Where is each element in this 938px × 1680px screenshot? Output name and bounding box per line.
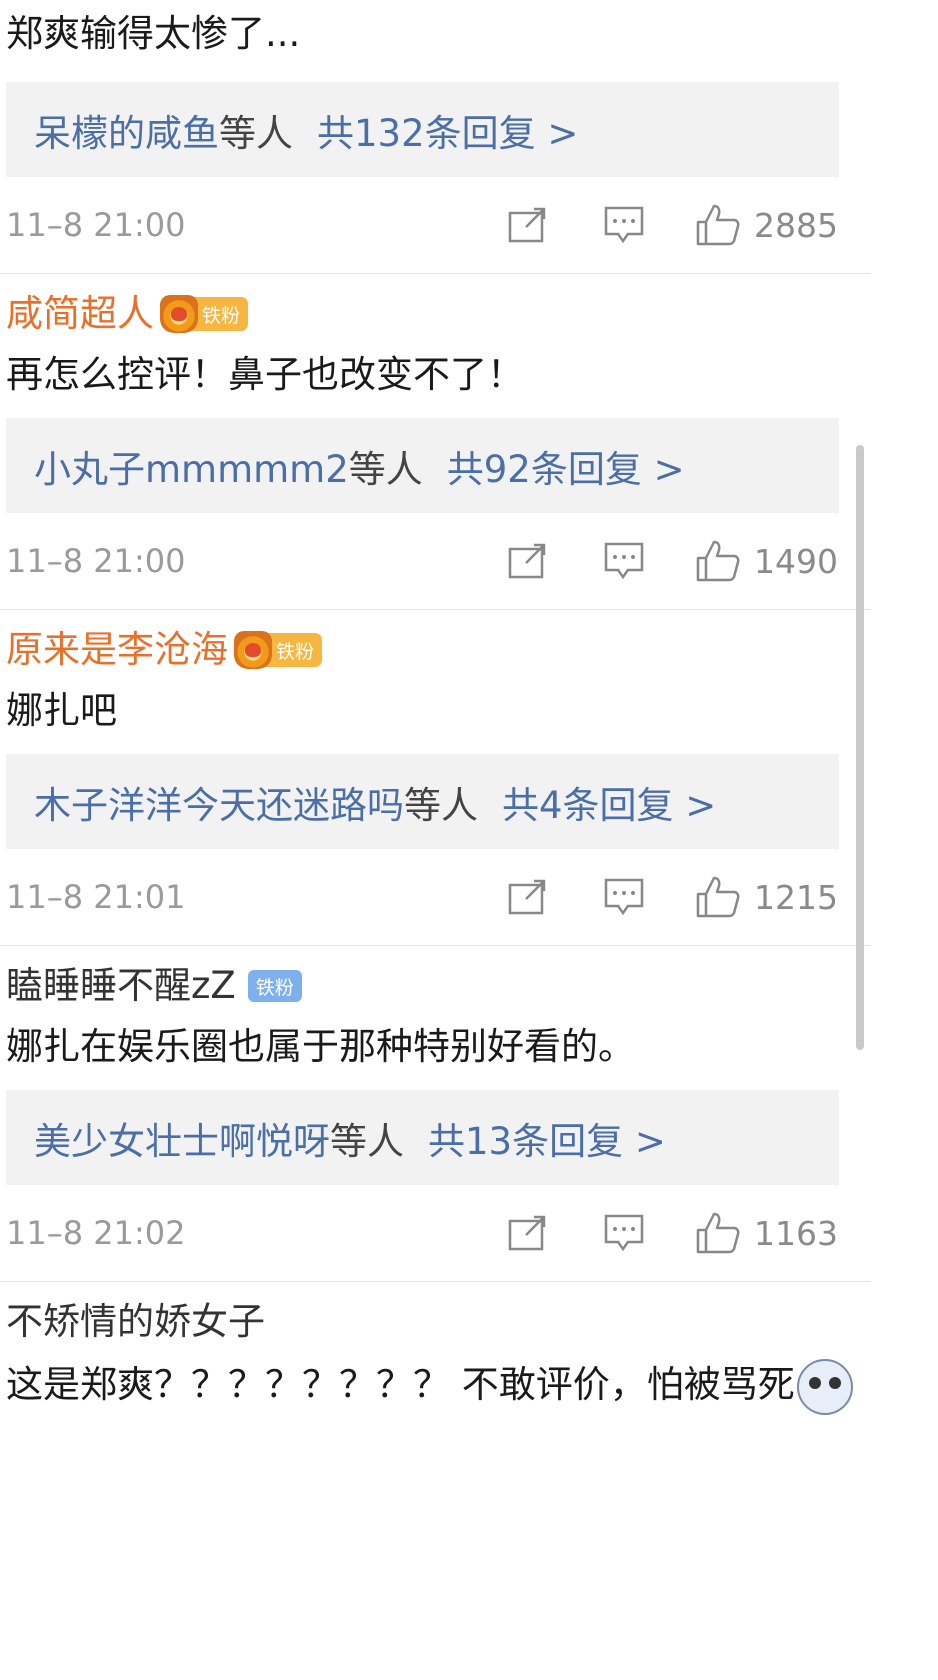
comment-text: 郑爽输得太惨了... xyxy=(6,12,301,55)
fan-badge[interactable]: 铁粉 xyxy=(247,970,302,1002)
reply-suffix: 等人 xyxy=(404,783,478,827)
comment-header: 瞌睡睡不醒zZ 铁粉 xyxy=(6,946,938,1018)
comment-item: 不矫情的娇女子 这是郑爽？？？？？？？？ 不敢评价，怕被骂死 xyxy=(0,1282,938,1416)
comment-text: 娜扎在娱乐圈也属于那种特别好看的。 xyxy=(6,1025,635,1068)
share-icon[interactable] xyxy=(508,543,548,579)
like-count: 1163 xyxy=(754,1213,838,1253)
reply-author-link[interactable]: 美少女壮士啊悦呀 xyxy=(34,1111,330,1165)
share-icon[interactable] xyxy=(508,1215,548,1251)
comment-header: 不矫情的娇女子 xyxy=(6,1282,938,1354)
comment-actions: 11–8 21:02 1163 xyxy=(6,1185,838,1281)
comment-icon[interactable] xyxy=(604,1214,644,1252)
comment-header: 咸简超人 铁粉 xyxy=(6,274,938,346)
reply-author-link[interactable]: 小丸子mmmmm2 xyxy=(34,439,349,493)
username[interactable]: 不矫情的娇女子 xyxy=(6,1300,265,1344)
comment-time: 11–8 21:00 xyxy=(6,206,186,244)
comment-time: 11–8 21:02 xyxy=(6,1214,186,1252)
reply-suffix: 等人 xyxy=(348,447,423,491)
comment-text: 这是郑爽？？？？？？？？ 不敢评价，怕被骂死 xyxy=(6,1354,866,1416)
thumbs-up-icon[interactable] xyxy=(696,540,740,582)
reply-count-link[interactable]: 共132条回复 > xyxy=(317,103,578,157)
reply-count-link[interactable]: 共92条回复 > xyxy=(447,439,685,493)
dog-face-emoji-icon xyxy=(796,1358,853,1415)
scrollbar[interactable] xyxy=(856,445,864,1050)
comment-feed: 郑爽输得太惨了... 呆檬的咸鱼 等人 共132条回复 > 11–8 21:00… xyxy=(0,0,938,1416)
action-icons: 1163 xyxy=(508,1185,838,1281)
comment-text-content: 这是郑爽？？？？？？？？ 不敢评价，怕被骂死 xyxy=(6,1363,795,1406)
comment-time: 11–8 21:01 xyxy=(6,878,186,916)
thumbs-up-icon[interactable] xyxy=(696,1212,740,1254)
action-icons: 2885 xyxy=(508,177,838,273)
fan-badge-label: 铁粉 xyxy=(276,640,315,663)
comment-text: 娜扎吧 xyxy=(6,689,117,732)
replies-summary[interactable]: 小丸子mmmmm2 等人 共92条回复 > xyxy=(6,418,839,513)
comment-icon[interactable] xyxy=(604,542,644,580)
thumbs-up-icon[interactable] xyxy=(696,876,740,918)
replies-summary[interactable]: 呆檬的咸鱼 等人 共132条回复 > xyxy=(6,82,839,177)
reply-suffix: 等人 xyxy=(219,111,293,155)
comment-item: 咸简超人 铁粉 再怎么控评！鼻子也改变不了！ 小丸子mmmmm2 等人 共92条… xyxy=(0,274,938,609)
comment-item: 郑爽输得太惨了... 呆檬的咸鱼 等人 共132条回复 > 11–8 21:00… xyxy=(0,0,938,273)
like-count: 2885 xyxy=(754,205,838,245)
fan-badge[interactable]: 铁粉 xyxy=(160,295,249,333)
fan-badge[interactable]: 铁粉 xyxy=(234,631,323,669)
comment-icon[interactable] xyxy=(604,206,644,244)
comment-actions: 11–8 21:00 1490 xyxy=(6,513,838,609)
like-count: 1215 xyxy=(754,877,838,917)
action-icons: 1490 xyxy=(508,513,838,609)
crown-icon xyxy=(234,631,272,669)
crown-icon xyxy=(160,295,198,333)
comment-text: 再怎么控评！鼻子也改变不了！ xyxy=(6,353,524,396)
reply-author-link[interactable]: 呆檬的咸鱼 xyxy=(34,103,219,157)
fan-badge-label: 铁粉 xyxy=(202,304,241,327)
share-icon[interactable] xyxy=(508,207,548,243)
reply-suffix: 等人 xyxy=(330,1119,404,1163)
thumbs-up-icon[interactable] xyxy=(696,204,740,246)
like-count: 1490 xyxy=(754,541,838,581)
reply-author-link[interactable]: 木子洋洋今天还迷路吗 xyxy=(34,775,404,829)
comment-item: 瞌睡睡不醒zZ 铁粉 娜扎在娱乐圈也属于那种特别好看的。 美少女壮士啊悦呀 等人… xyxy=(0,946,938,1281)
comment-item: 原来是李沧海 铁粉 娜扎吧 木子洋洋今天还迷路吗 等人 共4条回复 > 11–8… xyxy=(0,610,938,945)
comment-icon[interactable] xyxy=(604,878,644,916)
share-icon[interactable] xyxy=(508,879,548,915)
comment-actions: 11–8 21:01 1215 xyxy=(6,849,838,945)
username[interactable]: 咸简超人 xyxy=(6,292,154,336)
action-icons: 1215 xyxy=(508,849,838,945)
replies-summary[interactable]: 美少女壮士啊悦呀 等人 共13条回复 > xyxy=(6,1090,839,1185)
replies-summary[interactable]: 木子洋洋今天还迷路吗 等人 共4条回复 > xyxy=(6,754,839,849)
comment-actions: 11–8 21:00 2885 xyxy=(6,177,838,273)
username[interactable]: 原来是李沧海 xyxy=(6,628,228,672)
comment-time: 11–8 21:00 xyxy=(6,542,186,580)
username[interactable]: 瞌睡睡不醒zZ xyxy=(6,964,236,1008)
reply-count-link[interactable]: 共4条回复 > xyxy=(502,775,716,829)
reply-count-link[interactable]: 共13条回复 > xyxy=(428,1111,666,1165)
comment-header: 原来是李沧海 铁粉 xyxy=(6,610,938,682)
